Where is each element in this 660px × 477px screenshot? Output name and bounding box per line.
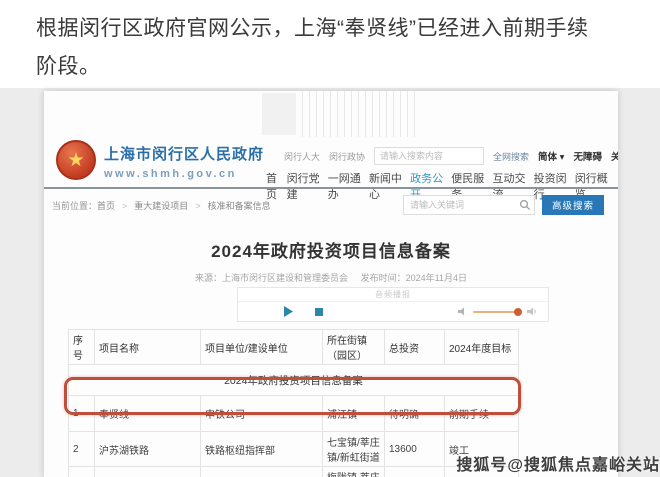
speaker-icon[interactable] bbox=[527, 307, 538, 316]
article-caption: 根据闵行区政府官网公示，上海“奉贤线”已经进入前期手续阶段。 bbox=[36, 10, 608, 86]
page: 根据闵行区政府官网公示，上海“奉贤线”已经进入前期手续阶段。 ★ 上海市闵行区人… bbox=[0, 0, 660, 477]
table-cell: 铁路枢纽指挥部 bbox=[201, 432, 323, 467]
site-title: 上海市闵行区人民政府 bbox=[104, 143, 264, 164]
accessibility-link[interactable]: 无障碍 bbox=[573, 149, 602, 163]
breadcrumb-item[interactable]: 首页 bbox=[97, 199, 115, 212]
volume-slider[interactable] bbox=[473, 311, 521, 313]
keyword-search bbox=[403, 195, 535, 215]
table-row[interactable]: 1奉贤线申铁公司浦江镇待明确前期手续 bbox=[69, 396, 519, 432]
table-cell: 沪杭客专南联络线 bbox=[95, 467, 201, 477]
play-icon[interactable] bbox=[284, 306, 293, 317]
article-source: 来源：上海市闵行区建设和管理委员会 bbox=[195, 273, 348, 283]
table-header-row: 序号项目名称项目单位/建设单位所在街镇（园区）总投资2024年度目标 bbox=[69, 330, 519, 365]
table-header-cell: 项目单位/建设单位 bbox=[201, 330, 323, 365]
table-cell: 奉贤线 bbox=[95, 396, 201, 432]
breadcrumb-bar: 当前位置： 首页重大建设项目核准和备案信息 高级搜索 bbox=[52, 193, 604, 217]
site-search-input[interactable] bbox=[374, 147, 484, 165]
table-cell: 3 bbox=[69, 467, 95, 477]
table-cell: 申铁公司 bbox=[201, 396, 323, 432]
table-cell: 七宝镇/莘庄镇/新虹街道 bbox=[323, 432, 385, 467]
breadcrumb-item[interactable]: 核准和备案信息 bbox=[188, 199, 270, 212]
sohu-watermark: 搜狐号@搜狐焦点嘉峪关站 bbox=[456, 451, 660, 475]
keyword-input[interactable] bbox=[403, 195, 535, 215]
table-cell: 前期手续 bbox=[445, 396, 519, 432]
table-header-cell: 所在街镇（园区） bbox=[323, 330, 385, 365]
table-cell: 沪苏湖铁路 bbox=[95, 432, 201, 467]
table-cell: 梅陇镇 莘庄镇 bbox=[323, 467, 385, 477]
site-identity: 上海市闵行区人民政府 www.shmh.gov.cn bbox=[104, 143, 264, 180]
link-zhengxie[interactable]: 闵行政协 bbox=[329, 150, 365, 163]
gov-site-screenshot: ★ 上海市闵行区人民政府 www.shmh.gov.cn 闵行人大 闵行政协 全… bbox=[44, 91, 618, 477]
table-cell: 2 bbox=[69, 432, 95, 467]
table-row[interactable]: 3沪杭客专南联络线铁路枢纽指挥部梅陇镇 莘庄镇167705竣工 bbox=[69, 467, 519, 477]
table-header-cell: 项目名称 bbox=[95, 330, 201, 365]
table-header-cell: 2024年度目标 bbox=[445, 330, 519, 365]
table-cell: 1 bbox=[69, 396, 95, 432]
table-cell: 167705 bbox=[385, 467, 445, 477]
header-stripes-decoration bbox=[302, 91, 420, 137]
audio-player: 音频播报 bbox=[237, 287, 549, 322]
table-cell: 铁路枢纽指挥部 bbox=[201, 467, 323, 477]
audio-player-label: 音频播报 bbox=[238, 288, 548, 302]
table-caption: 2024年政府投资项目信息备案 bbox=[69, 365, 519, 396]
audio-player-controls bbox=[238, 302, 548, 321]
link-renda[interactable]: 闵行人大 bbox=[284, 150, 320, 163]
search-icon[interactable] bbox=[519, 199, 531, 211]
language-select[interactable]: 简体 ▾ bbox=[538, 149, 564, 163]
national-emblem-logo: ★ bbox=[56, 140, 96, 180]
table-header-cell: 序号 bbox=[69, 330, 95, 365]
care-mode-link[interactable]: 关怀版 bbox=[611, 149, 618, 163]
site-search-button[interactable]: 全网搜索 bbox=[493, 150, 529, 163]
article-meta: 来源：上海市闵行区建设和管理委员会 发布时间：2024年11月4日 bbox=[44, 271, 618, 284]
site-url: www.shmh.gov.cn bbox=[104, 168, 264, 180]
table-cell: 浦江镇 bbox=[323, 396, 385, 432]
screenshot-background: ★ 上海市闵行区人民政府 www.shmh.gov.cn 闵行人大 闵行政协 全… bbox=[0, 88, 660, 477]
header-decoration bbox=[262, 93, 296, 135]
breadcrumb: 当前位置： 首页重大建设项目核准和备案信息 bbox=[52, 199, 271, 212]
table-header-cell: 总投资 bbox=[385, 330, 445, 365]
table-cell: 13600 bbox=[385, 432, 445, 467]
breadcrumb-label: 当前位置： bbox=[52, 199, 97, 212]
volume-slider-handle[interactable] bbox=[514, 308, 522, 316]
stop-icon[interactable] bbox=[315, 308, 323, 316]
header-utility-bar: 闵行人大 闵行政协 全网搜索 简体 ▾ 无障碍 关怀版 bbox=[284, 146, 604, 166]
table-cell: 待明确 bbox=[385, 396, 445, 432]
article-title: 2024年政府投资项目信息备案 bbox=[44, 237, 618, 262]
table-row[interactable]: 2沪苏湖铁路铁路枢纽指挥部七宝镇/莘庄镇/新虹街道13600竣工 bbox=[69, 432, 519, 467]
article-publish-time: 发布时间：2024年11月4日 bbox=[361, 273, 467, 283]
volume-low-icon[interactable] bbox=[458, 307, 467, 316]
breadcrumb-item[interactable]: 重大建设项目 bbox=[115, 199, 188, 212]
header-divider bbox=[44, 187, 618, 189]
advanced-search-button[interactable]: 高级搜索 bbox=[542, 195, 604, 215]
projects-table: 2024年政府投资项目信息备案 序号项目名称项目单位/建设单位所在街镇（园区）总… bbox=[68, 329, 519, 477]
